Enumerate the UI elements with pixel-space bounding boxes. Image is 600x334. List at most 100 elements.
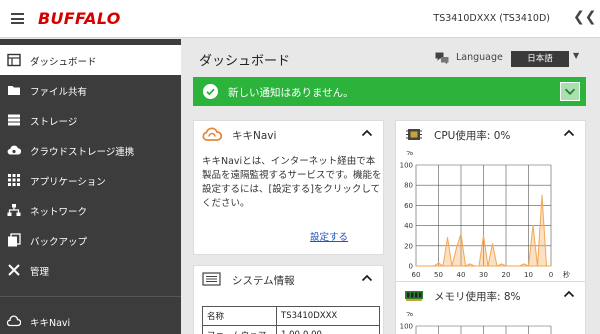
y-tick-label: 100 bbox=[400, 162, 413, 170]
backup-icon bbox=[8, 233, 21, 247]
cpu-data-point bbox=[451, 265, 453, 267]
cpu-data-point bbox=[442, 265, 444, 267]
table-row: 名称 TS3410DXXX bbox=[202, 306, 380, 326]
sidebar-item-label: アプリケーション bbox=[30, 177, 106, 188]
sidebar-item-dashboard[interactable]: ダッシュボード bbox=[0, 45, 181, 75]
sidebar-item-label: ネットワーク bbox=[30, 207, 88, 218]
language-caret-icon[interactable]: ▼ bbox=[573, 51, 579, 60]
x-tick-label: 0 bbox=[549, 271, 553, 279]
cpu-data-point bbox=[527, 265, 530, 267]
y-tick-label: 20 bbox=[404, 242, 413, 250]
sidebar-item-label: ストレージ bbox=[30, 117, 78, 128]
language-icon bbox=[435, 52, 449, 65]
sidebar-item-backup[interactable]: バックアップ bbox=[0, 225, 181, 255]
kikinavi-description: キキNaviとは、インターネット経由で本製品を遠隔監視するサービスです。機能を設… bbox=[202, 156, 382, 209]
memory-module-icon bbox=[405, 291, 423, 301]
x-tick-label: 60 bbox=[412, 271, 421, 279]
sidebar-item-storage[interactable]: ストレージ bbox=[0, 105, 181, 135]
kikinavi-icon bbox=[7, 315, 21, 327]
cpu-data-point bbox=[496, 265, 498, 267]
chevron-down-icon[interactable] bbox=[560, 82, 580, 101]
language-select[interactable]: 日本語 bbox=[511, 51, 569, 67]
sidebar-item-label: バックアップ bbox=[30, 237, 88, 248]
hamburger-menu-icon[interactable] bbox=[11, 13, 24, 24]
language-label: Language bbox=[456, 52, 503, 63]
sidebar-item-management[interactable]: 管理 bbox=[0, 255, 181, 285]
cpu-data-point bbox=[469, 263, 471, 265]
folder-icon bbox=[8, 86, 20, 95]
x-tick-label: 50 bbox=[434, 271, 443, 279]
chevron-up-icon[interactable] bbox=[563, 289, 575, 299]
cpu-data-point bbox=[541, 194, 543, 196]
sidebar-item-kikinavi[interactable]: キキNavi bbox=[0, 306, 181, 334]
table-cell-label: 名称 bbox=[202, 306, 277, 326]
cpu-data-point bbox=[550, 265, 552, 267]
system-card-header: システム情報 bbox=[194, 266, 383, 292]
cpu-data-point bbox=[518, 265, 521, 267]
y-axis-label: % bbox=[406, 312, 413, 318]
card-title: システム情報 bbox=[232, 275, 295, 287]
cpu-data-point bbox=[428, 265, 431, 267]
y-tick-label: 60 bbox=[404, 202, 413, 210]
network-icon bbox=[7, 204, 21, 216]
sidebar-item-applications[interactable]: アプリケーション bbox=[0, 165, 181, 195]
x-axis-label: 秒 bbox=[563, 270, 570, 279]
card-title: メモリ使用率: 8% bbox=[434, 291, 521, 303]
sidebar-item-cloud[interactable]: クラウドストレージ連携 bbox=[0, 135, 181, 165]
chevron-up-icon[interactable] bbox=[563, 128, 575, 138]
memory-usage-chart: % 100 bbox=[400, 312, 552, 334]
kikinavi-card-header: キキNavi bbox=[194, 121, 383, 147]
cpu-data-point bbox=[545, 265, 548, 267]
buffalo-logo: BUFFALO bbox=[38, 9, 121, 28]
y-tick-label: 80 bbox=[404, 182, 413, 190]
cpu-data-point bbox=[433, 265, 435, 267]
sidebar-item-file-sharing[interactable]: ファイル共有 bbox=[0, 75, 181, 105]
main-content: ダッシュボード Language 日本語 ▼ 新しい通知はありません。 キキNa… bbox=[181, 39, 600, 334]
cpu-data-point bbox=[455, 247, 458, 249]
apps-grid-icon bbox=[8, 174, 20, 186]
page-title: ダッシュボード bbox=[199, 54, 291, 69]
table-cell-label: ファームウェア bbox=[202, 325, 277, 334]
dashboard-icon bbox=[7, 53, 21, 67]
cpu-data-point bbox=[500, 263, 503, 265]
cpu-chip-icon bbox=[406, 129, 422, 140]
memory-usage-card: メモリ使用率: 8% % 100 bbox=[395, 281, 586, 334]
cpu-data-point bbox=[460, 233, 462, 235]
tools-icon bbox=[8, 264, 20, 276]
cpu-data-point bbox=[487, 265, 489, 267]
cpu-data-point bbox=[491, 243, 494, 245]
card-title: キキNavi bbox=[232, 130, 277, 142]
notification-banner: 新しい通知はありません。 bbox=[193, 77, 586, 106]
sidebar-item-label: 管理 bbox=[30, 267, 50, 278]
cpu-data-point bbox=[505, 265, 507, 267]
check-circle-icon bbox=[203, 84, 218, 99]
double-chevron-left-icon[interactable]: ❮❮ bbox=[573, 9, 596, 25]
cpu-data-point bbox=[536, 265, 539, 267]
sidebar-item-label: ファイル共有 bbox=[30, 87, 88, 98]
x-tick-label: 30 bbox=[479, 271, 488, 279]
cpu-data-point bbox=[464, 265, 467, 267]
cpu-data-point bbox=[514, 265, 516, 267]
cpu-card-header: CPU使用率: 0% bbox=[396, 121, 585, 147]
setup-link[interactable]: 設定する bbox=[310, 229, 348, 243]
y-tick-label: 100 bbox=[400, 323, 413, 331]
cpu-data-point bbox=[509, 265, 512, 267]
cpu-data-point bbox=[437, 262, 440, 264]
sidebar-item-network[interactable]: ネットワーク bbox=[0, 195, 181, 225]
system-info-card: システム情報 名称 TS3410DXXX ファームウェア 1.00-0.00 bbox=[193, 265, 384, 334]
device-name: TS3410DXXX (TS3410D) bbox=[433, 13, 550, 24]
cpu-data-point bbox=[419, 265, 422, 267]
cloud-icon bbox=[7, 145, 21, 155]
x-tick-label: 10 bbox=[524, 271, 533, 279]
card-title: CPU使用率: 0% bbox=[434, 130, 511, 142]
cpu-data-point bbox=[473, 265, 476, 267]
kikinavi-cloud-icon bbox=[202, 127, 222, 141]
x-tick-label: 40 bbox=[457, 271, 466, 279]
chevron-up-icon[interactable] bbox=[361, 273, 373, 283]
y-tick-label: 0 bbox=[409, 263, 413, 271]
memory-card-header: メモリ使用率: 8% bbox=[396, 282, 585, 308]
sidebar-item-label: クラウドストレージ連携 bbox=[30, 147, 135, 158]
x-tick-label: 20 bbox=[502, 271, 511, 279]
chevron-up-icon[interactable] bbox=[361, 128, 373, 138]
cpu-data-point bbox=[424, 265, 426, 267]
